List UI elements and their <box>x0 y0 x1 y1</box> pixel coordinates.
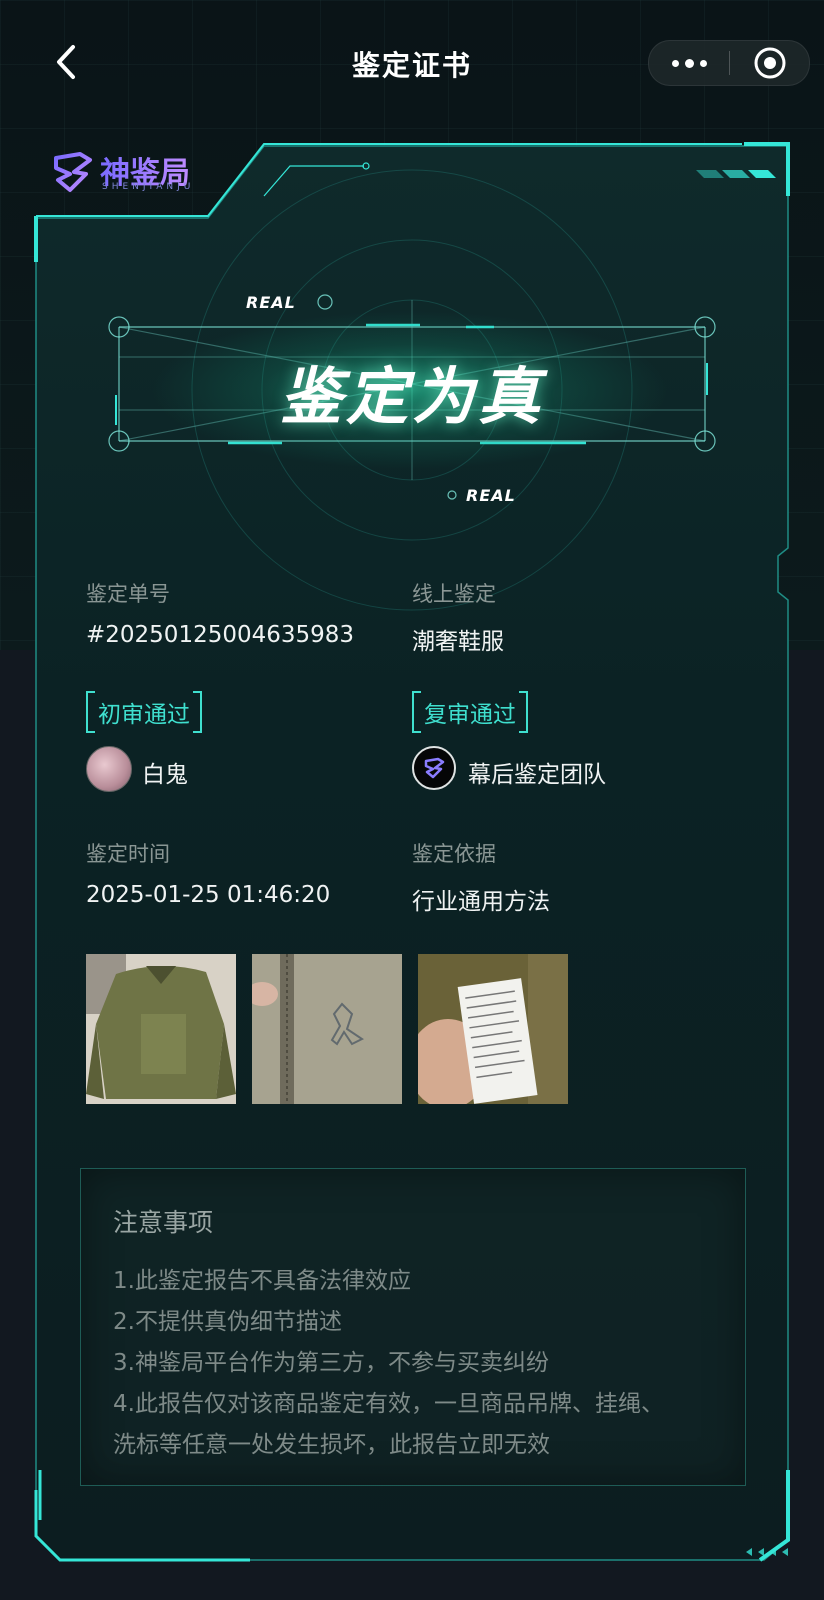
wash-label-photo-image <box>418 954 568 1104</box>
jacket-photo-image <box>86 954 236 1104</box>
logo-detail-photo-image <box>252 954 402 1104</box>
time-value: 2025-01-25 01:46:20 <box>86 882 331 908</box>
brand-logo-icon <box>54 152 92 192</box>
item-photo[interactable] <box>252 954 402 1104</box>
real-tag-top: REAL <box>246 293 296 312</box>
item-photo[interactable] <box>418 954 568 1104</box>
team-logo-icon <box>424 757 445 779</box>
notice-title: 注意事项 <box>113 1208 214 1237</box>
notice-line: 2.不提供真伪细节描述 <box>113 1309 342 1335</box>
brand-subtitle: SHENJIANJU <box>102 182 195 192</box>
team-avatar <box>412 746 456 790</box>
second-reviewer-name: 幕后鉴定团队 <box>468 762 606 788</box>
close-button[interactable] <box>730 41 809 85</box>
order-number-label: 鉴定单号 <box>86 582 170 606</box>
nav-bar: 鉴定证书 <box>0 22 824 102</box>
mini-program-capsule <box>648 40 810 86</box>
more-dots-icon <box>671 58 707 68</box>
more-button[interactable] <box>649 41 729 85</box>
time-label: 鉴定时间 <box>86 842 170 866</box>
close-target-icon <box>754 47 785 79</box>
category-value: 潮奢鞋服 <box>412 629 504 655</box>
verdict-title: 鉴定为真 <box>279 360 544 433</box>
mode-label: 线上鉴定 <box>412 582 496 606</box>
basis-label: 鉴定依据 <box>412 842 496 866</box>
first-reviewer-name: 白鬼 <box>142 762 188 788</box>
reviewer-avatar <box>86 746 132 792</box>
real-tag-bottom: REAL <box>466 486 516 505</box>
notice-line: 洗标等任意一处发生损坏，此报告立即无效 <box>113 1432 550 1458</box>
basis-value: 行业通用方法 <box>412 889 550 915</box>
first-review-badge: 初审通过 <box>86 691 202 733</box>
item-photo[interactable] <box>86 954 236 1104</box>
brand-logo: 神鉴局 SHENJIANJU <box>50 148 240 196</box>
order-number-value: #20250125004635983 <box>86 622 355 648</box>
notice-box: 注意事项 1.此鉴定报告不具备法律效应 2.不提供真伪细节描述 3.神鉴局平台作… <box>80 1168 746 1486</box>
notice-line: 3.神鉴局平台作为第三方，不参与买卖纠纷 <box>113 1350 549 1376</box>
notice-line: 4.此报告仅对该商品鉴定有效，一旦商品吊牌、挂绳、 <box>113 1391 664 1417</box>
second-review-badge: 复审通过 <box>412 691 528 733</box>
notice-line: 1.此鉴定报告不具备法律效应 <box>113 1268 411 1294</box>
